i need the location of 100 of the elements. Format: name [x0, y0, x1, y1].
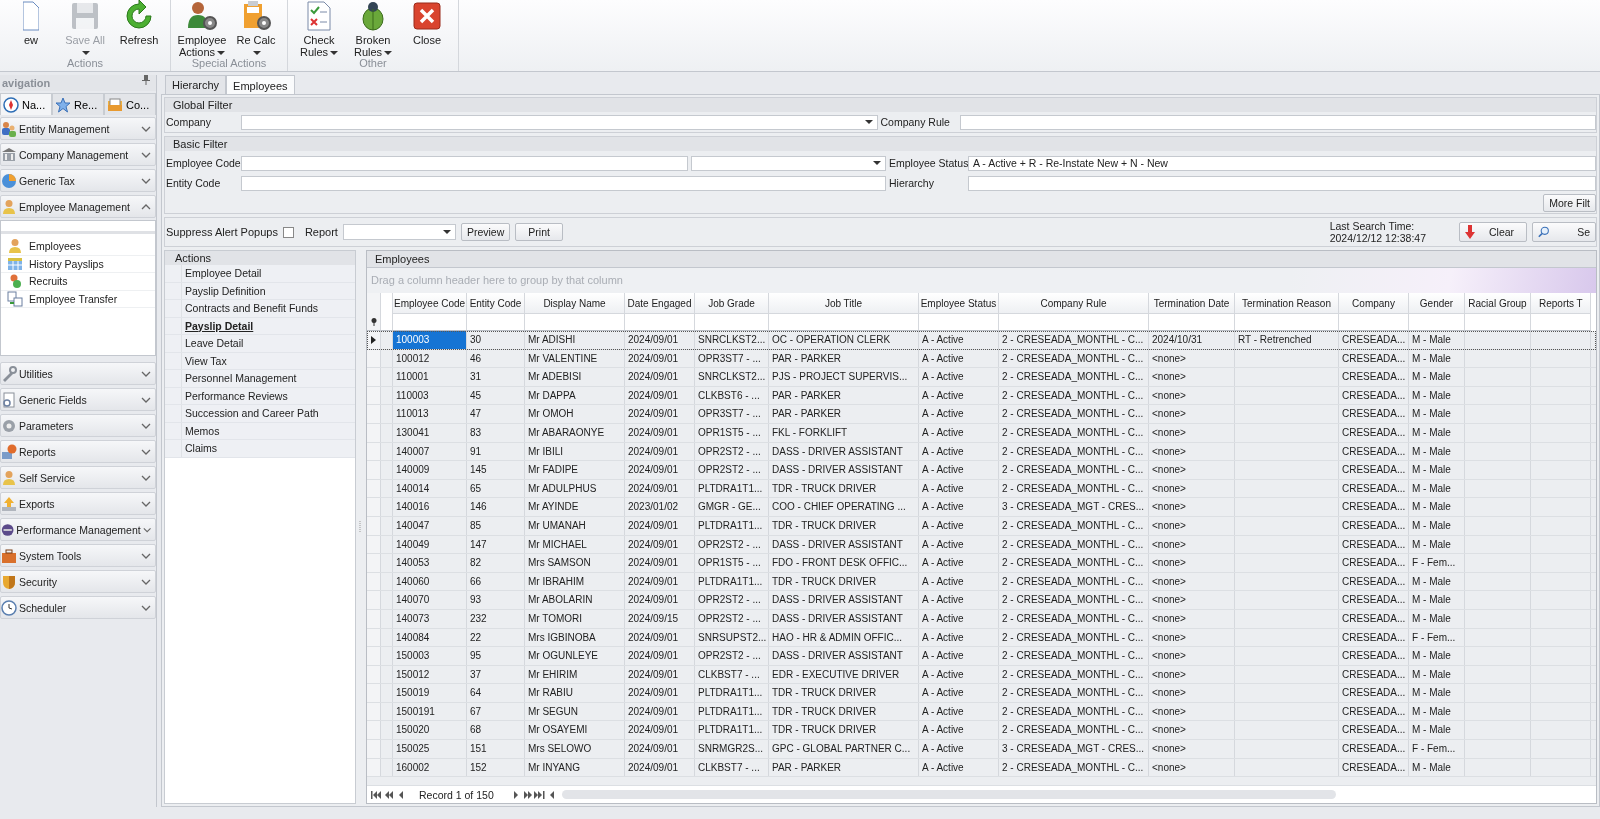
column-header[interactable]: Job Title [769, 293, 919, 314]
search-button[interactable]: Se [1532, 222, 1596, 242]
ribbon-button[interactable]: Broken Rules [348, 0, 398, 58]
nav-group-header[interactable]: Scheduler [0, 596, 156, 619]
expand-icon[interactable] [141, 448, 151, 455]
column-header[interactable]: Employee Status [919, 293, 999, 314]
nav-item[interactable]: History Payslips [29, 257, 104, 270]
filter-cell[interactable] [625, 314, 695, 331]
filter-cell[interactable] [769, 314, 919, 331]
filter-cell[interactable] [999, 314, 1149, 331]
filter-cell[interactable] [381, 314, 393, 331]
nav-group-header[interactable]: Employee Management [0, 195, 156, 218]
ribbon-button[interactable]: ew [6, 0, 56, 46]
column-header[interactable]: Display Name [525, 293, 625, 314]
column-header[interactable]: Gender [1409, 293, 1465, 314]
filter-cell[interactable] [1465, 314, 1531, 331]
action-link[interactable]: Memos [182, 422, 220, 439]
expand-icon[interactable] [141, 125, 151, 132]
filter-cell[interactable] [1235, 314, 1339, 331]
last-page-icon[interactable] [533, 790, 546, 799]
expand-icon[interactable] [141, 151, 151, 158]
dropdown-arrow-icon[interactable] [253, 51, 261, 56]
more-filters-button[interactable]: More Filt [1543, 194, 1596, 212]
column-header[interactable]: Employee Code [393, 293, 467, 314]
dropdown-field[interactable] [241, 114, 878, 130]
expand-icon[interactable] [141, 578, 151, 585]
nav-group-header[interactable]: Parameters [0, 414, 156, 437]
nav-group-header[interactable]: Security [0, 570, 156, 593]
column-header[interactable]: Date Engaged [625, 293, 695, 314]
column-header[interactable]: Termination Reason [1235, 293, 1339, 314]
column-header[interactable]: Termination Date [1149, 293, 1235, 314]
filter-cell[interactable] [695, 314, 769, 331]
filter-cell[interactable] [393, 314, 467, 331]
ribbon-button[interactable]: Close [402, 0, 452, 46]
tab[interactable]: Employees [226, 75, 295, 95]
column-header[interactable]: Company [1339, 293, 1409, 314]
column-header[interactable]: Racial Group [1465, 293, 1531, 314]
column-header[interactable]: Reports T [1531, 293, 1591, 314]
expand-icon[interactable] [141, 500, 151, 507]
ribbon-button[interactable]: Refresh [114, 0, 164, 46]
expand-icon[interactable] [141, 177, 151, 184]
expand-icon[interactable] [141, 552, 151, 559]
filter-cell[interactable] [467, 314, 525, 331]
filter-cell[interactable] [1531, 314, 1591, 331]
previous-page-icon[interactable] [383, 790, 395, 799]
expand-icon[interactable] [141, 370, 151, 377]
nav-item[interactable]: Recruits [29, 275, 68, 288]
nav-group-header[interactable]: Performance Management [0, 518, 156, 541]
column-header[interactable]: Entity Code [467, 293, 525, 314]
dropdown-field[interactable] [691, 155, 886, 171]
panel-tab[interactable]: Re... [52, 93, 104, 115]
nav-group-header[interactable]: Reports [0, 440, 156, 463]
next-page-icon[interactable] [521, 790, 534, 799]
filter-row-selector[interactable] [367, 314, 381, 331]
ribbon-button[interactable]: Re Calc [231, 0, 281, 58]
dropdown-arrow-icon[interactable] [330, 51, 339, 56]
filter-cell[interactable] [1339, 314, 1409, 331]
expand-icon[interactable] [141, 604, 151, 611]
nav-group-header[interactable]: System Tools [0, 544, 156, 567]
panel-tab[interactable]: Co... [104, 93, 156, 115]
dropdown-arrow-icon[interactable] [384, 51, 393, 56]
nav-group-header[interactable]: Exports [0, 492, 156, 515]
dropdown-arrow-icon[interactable] [873, 161, 881, 165]
column-header[interactable]: Company Rule [999, 293, 1149, 314]
preview-button[interactable]: Preview [460, 223, 511, 241]
nav-item[interactable]: Employees [29, 240, 81, 253]
input-field[interactable] [959, 114, 1596, 130]
expand-icon[interactable] [141, 474, 151, 481]
dropdown-arrow-icon[interactable] [864, 120, 873, 124]
action-link[interactable]: Claims [182, 440, 218, 457]
nav-group-header[interactable]: Company Management [0, 143, 156, 166]
expand-icon[interactable] [141, 396, 151, 403]
nav-group-header[interactable]: Self Service [0, 466, 156, 489]
dropdown-arrow-icon[interactable] [442, 230, 451, 234]
clear-button[interactable]: Clear [1459, 222, 1527, 242]
print-button[interactable]: Print [515, 223, 563, 241]
filter-cell[interactable] [525, 314, 625, 331]
panel-tab[interactable]: Na... [0, 93, 52, 115]
column-header[interactable]: Job Grade [695, 293, 769, 314]
expand-icon[interactable] [141, 422, 151, 429]
filter-cell[interactable] [1149, 314, 1235, 331]
dropdown-arrow-icon[interactable] [217, 51, 226, 56]
filter-cell[interactable] [919, 314, 999, 331]
horizontal-scrollbar[interactable] [561, 790, 1336, 799]
nav-group-header[interactable]: Entity Management [0, 117, 156, 140]
filter-cell[interactable] [1409, 314, 1465, 331]
first-page-icon[interactable] [371, 790, 383, 799]
nav-group-header[interactable]: Utilities [0, 362, 156, 385]
dropdown-field[interactable] [342, 224, 456, 240]
input-field[interactable] [241, 175, 886, 191]
nav-group-header[interactable]: Generic Tax [0, 169, 156, 192]
input-field[interactable] [241, 155, 688, 171]
input-field[interactable] [968, 175, 1596, 191]
input-field[interactable]: A - Active + R - Re-Instate New + N - New [968, 155, 1596, 171]
checkbox[interactable] [282, 226, 294, 238]
row-selector[interactable] [367, 331, 381, 349]
pin-icon[interactable] [142, 75, 150, 85]
collapse-icon[interactable] [141, 203, 151, 210]
ribbon-button[interactable]: Employee Actions [177, 0, 227, 58]
tab[interactable]: Hierarchy [165, 75, 227, 94]
